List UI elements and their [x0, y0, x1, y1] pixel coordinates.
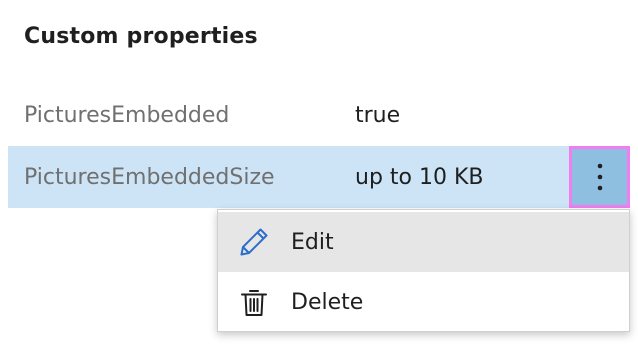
section-title: Custom properties — [24, 24, 258, 49]
property-name: PicturesEmbedded — [24, 102, 230, 128]
menu-item-edit[interactable]: Edit — [218, 212, 629, 272]
menu-item-label: Edit — [291, 229, 334, 255]
property-value: up to 10 KB — [355, 164, 484, 190]
more-options-button[interactable] — [569, 146, 630, 208]
property-value: true — [355, 102, 401, 128]
property-name: PicturesEmbeddedSize — [24, 164, 275, 190]
property-row-selected[interactable]: PicturesEmbeddedSize up to 10 KB — [8, 146, 630, 208]
custom-properties-panel: Custom properties PicturesEmbedded true … — [0, 0, 638, 360]
menu-item-delete[interactable]: Delete — [218, 272, 629, 332]
trash-icon — [238, 286, 270, 318]
menu-item-label: Delete — [291, 289, 364, 315]
property-row[interactable]: PicturesEmbedded true — [8, 84, 630, 146]
more-vertical-icon — [597, 163, 602, 191]
context-menu: Edit Delete — [217, 209, 630, 332]
pencil-icon — [238, 226, 270, 258]
